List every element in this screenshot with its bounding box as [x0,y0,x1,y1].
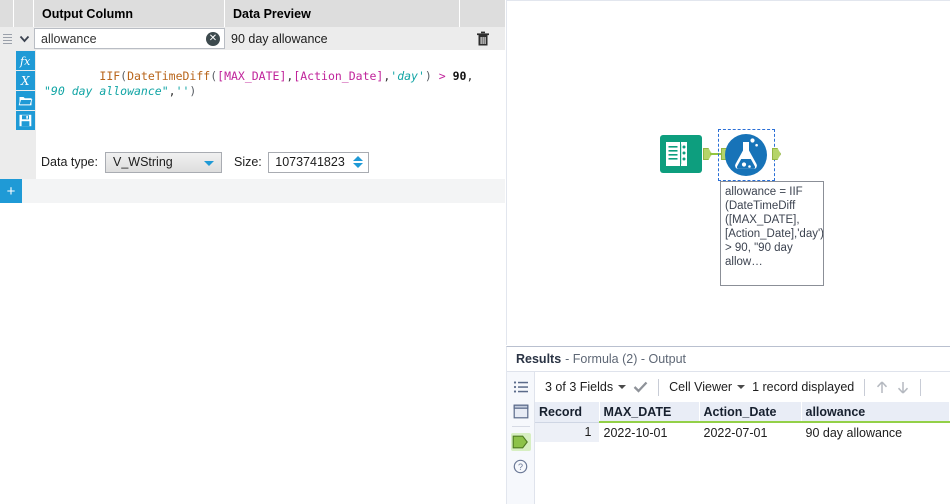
output-connection-icon[interactable] [510,433,531,451]
window-view-icon[interactable] [511,402,531,420]
chevron-down-icon [737,385,746,389]
chevron-down-icon[interactable] [14,27,34,50]
drag-handle-icon[interactable] [0,27,14,50]
function-icon[interactable]: fx [15,51,35,70]
size-spinner-buttons[interactable] [350,154,367,171]
data-type-selected-value: V_WString [112,155,173,169]
next-record-button[interactable] [896,380,910,395]
column-header-allowance[interactable]: allowance [801,402,950,423]
add-row-filler [22,179,505,203]
cell-allowance[interactable]: 90 day allowance [801,422,950,442]
cell-viewer-label: Cell Viewer [669,380,733,394]
formula-node-output-port[interactable] [772,148,781,160]
results-panel: Results - Formula (2) - Output ? 3 of 3 … [506,346,950,504]
size-label: Size: [233,155,262,169]
config-panel-empty-area [0,203,505,504]
add-column-button[interactable]: + [0,179,22,203]
fields-selector-dropdown[interactable]: 3 of 3 Fields [545,380,627,394]
results-toolbar: 3 of 3 Fields Cell Viewer 1 record displ… [535,372,950,402]
table-row[interactable]: 1 2022-10-01 2022-07-01 90 day allowance [535,422,950,442]
input-data-icon [660,135,702,173]
toolbar-divider-3 [920,378,922,396]
header-output-column: Output Column [34,0,225,27]
header-grip-spacer [0,0,14,27]
record-count-label: 1 record displayed [752,380,855,394]
data-type-row: Data type: V_WString Size: [0,145,505,179]
data-preview-value: 90 day allowance [231,31,328,46]
checkmark-icon [633,381,648,393]
results-body: ? 3 of 3 Fields Cell Viewer 1 record dis… [507,372,950,504]
variable-icon[interactable]: X [15,71,35,90]
results-subtitle: - Formula (2) - Output [565,352,687,366]
arrow-down-icon [898,381,909,394]
alteryx-formula-tool-window: Output Column Data Preview ✕ 90 day allo… [0,0,950,504]
cell-max-date[interactable]: 2022-10-01 [599,422,700,442]
cell-action-date[interactable]: 2022-07-01 [699,422,802,442]
data-type-dropdown[interactable]: V_WString [104,151,222,173]
fields-selector-label: 3 of 3 Fields [545,380,614,394]
svg-text:X: X [20,74,30,88]
svg-text:fx: fx [19,55,31,68]
size-input[interactable] [268,152,349,172]
previous-record-button[interactable] [875,380,889,395]
header-data-preview: Data Preview [225,0,460,27]
results-table[interactable]: Record MAX_DATE Action_Date allowance 1 … [535,402,950,442]
arrow-up-icon [877,380,888,393]
header-actions-spacer [460,0,505,27]
results-main: 3 of 3 Fields Cell Viewer 1 record displ… [535,372,950,504]
formula-editor-zone: fx X IIF(DateTimeDiff([MAX_DATE],[Action… [0,50,505,145]
chevron-down-icon [618,385,627,389]
header-caret-spacer [14,0,34,27]
formula-configuration-panel: Output Column Data Preview ✕ 90 day allo… [0,0,505,504]
help-icon[interactable]: ? [511,457,531,475]
workflow-node-input-data[interactable] [659,134,703,174]
apply-fields-button[interactable] [633,381,648,393]
toolbar-divider [658,378,660,396]
config-column-headers: Output Column Data Preview [0,0,505,27]
list-view-icon[interactable] [511,378,531,396]
formula-expression-editor[interactable]: IIF(DateTimeDiff([MAX_DATE],[Action_Date… [36,50,505,145]
clear-field-icon[interactable]: ✕ [206,32,220,46]
delete-row-icon[interactable] [460,27,505,50]
workflow-canvas[interactable]: allowance = IIF (DateTimeDiff ([MAX_DATE… [506,0,950,345]
workflow-node-formula[interactable] [718,129,775,181]
output-column-name-field[interactable]: ✕ [34,28,225,49]
chevron-down-icon [203,160,214,166]
save-icon[interactable] [15,111,35,130]
rail-divider [511,426,530,427]
toolbar-divider-2 [864,378,866,396]
spinner-up-icon[interactable] [353,156,364,161]
cell-viewer-dropdown[interactable]: Cell Viewer [669,380,746,394]
table-header-row: Record MAX_DATE Action_Date allowance [535,402,950,423]
size-stepper[interactable] [267,151,369,173]
formula-flask-icon [725,134,767,176]
open-folder-icon[interactable] [15,91,35,110]
column-header-max-date[interactable]: MAX_DATE [599,402,700,423]
editor-left-gutter [0,50,14,145]
cell-record: 1 [535,422,600,442]
output-column-row: ✕ 90 day allowance [0,27,505,50]
formula-editor-icon-toolbar: fx X [14,50,36,145]
node-annotation[interactable]: allowance = IIF (DateTimeDiff ([MAX_DATE… [720,181,824,286]
data-type-label: Data type: [41,155,98,169]
add-column-row: + [0,179,505,203]
column-header-action-date[interactable]: Action_Date [699,402,802,423]
results-side-rail: ? [507,372,535,504]
data-type-left-gutter [0,145,36,179]
svg-text:?: ? [518,462,523,472]
column-header-record[interactable]: Record [535,402,600,423]
spinner-down-icon[interactable] [353,163,364,168]
output-column-name-input[interactable] [35,29,200,48]
results-title: Results [516,352,562,366]
results-title-bar: Results - Formula (2) - Output [507,347,950,372]
